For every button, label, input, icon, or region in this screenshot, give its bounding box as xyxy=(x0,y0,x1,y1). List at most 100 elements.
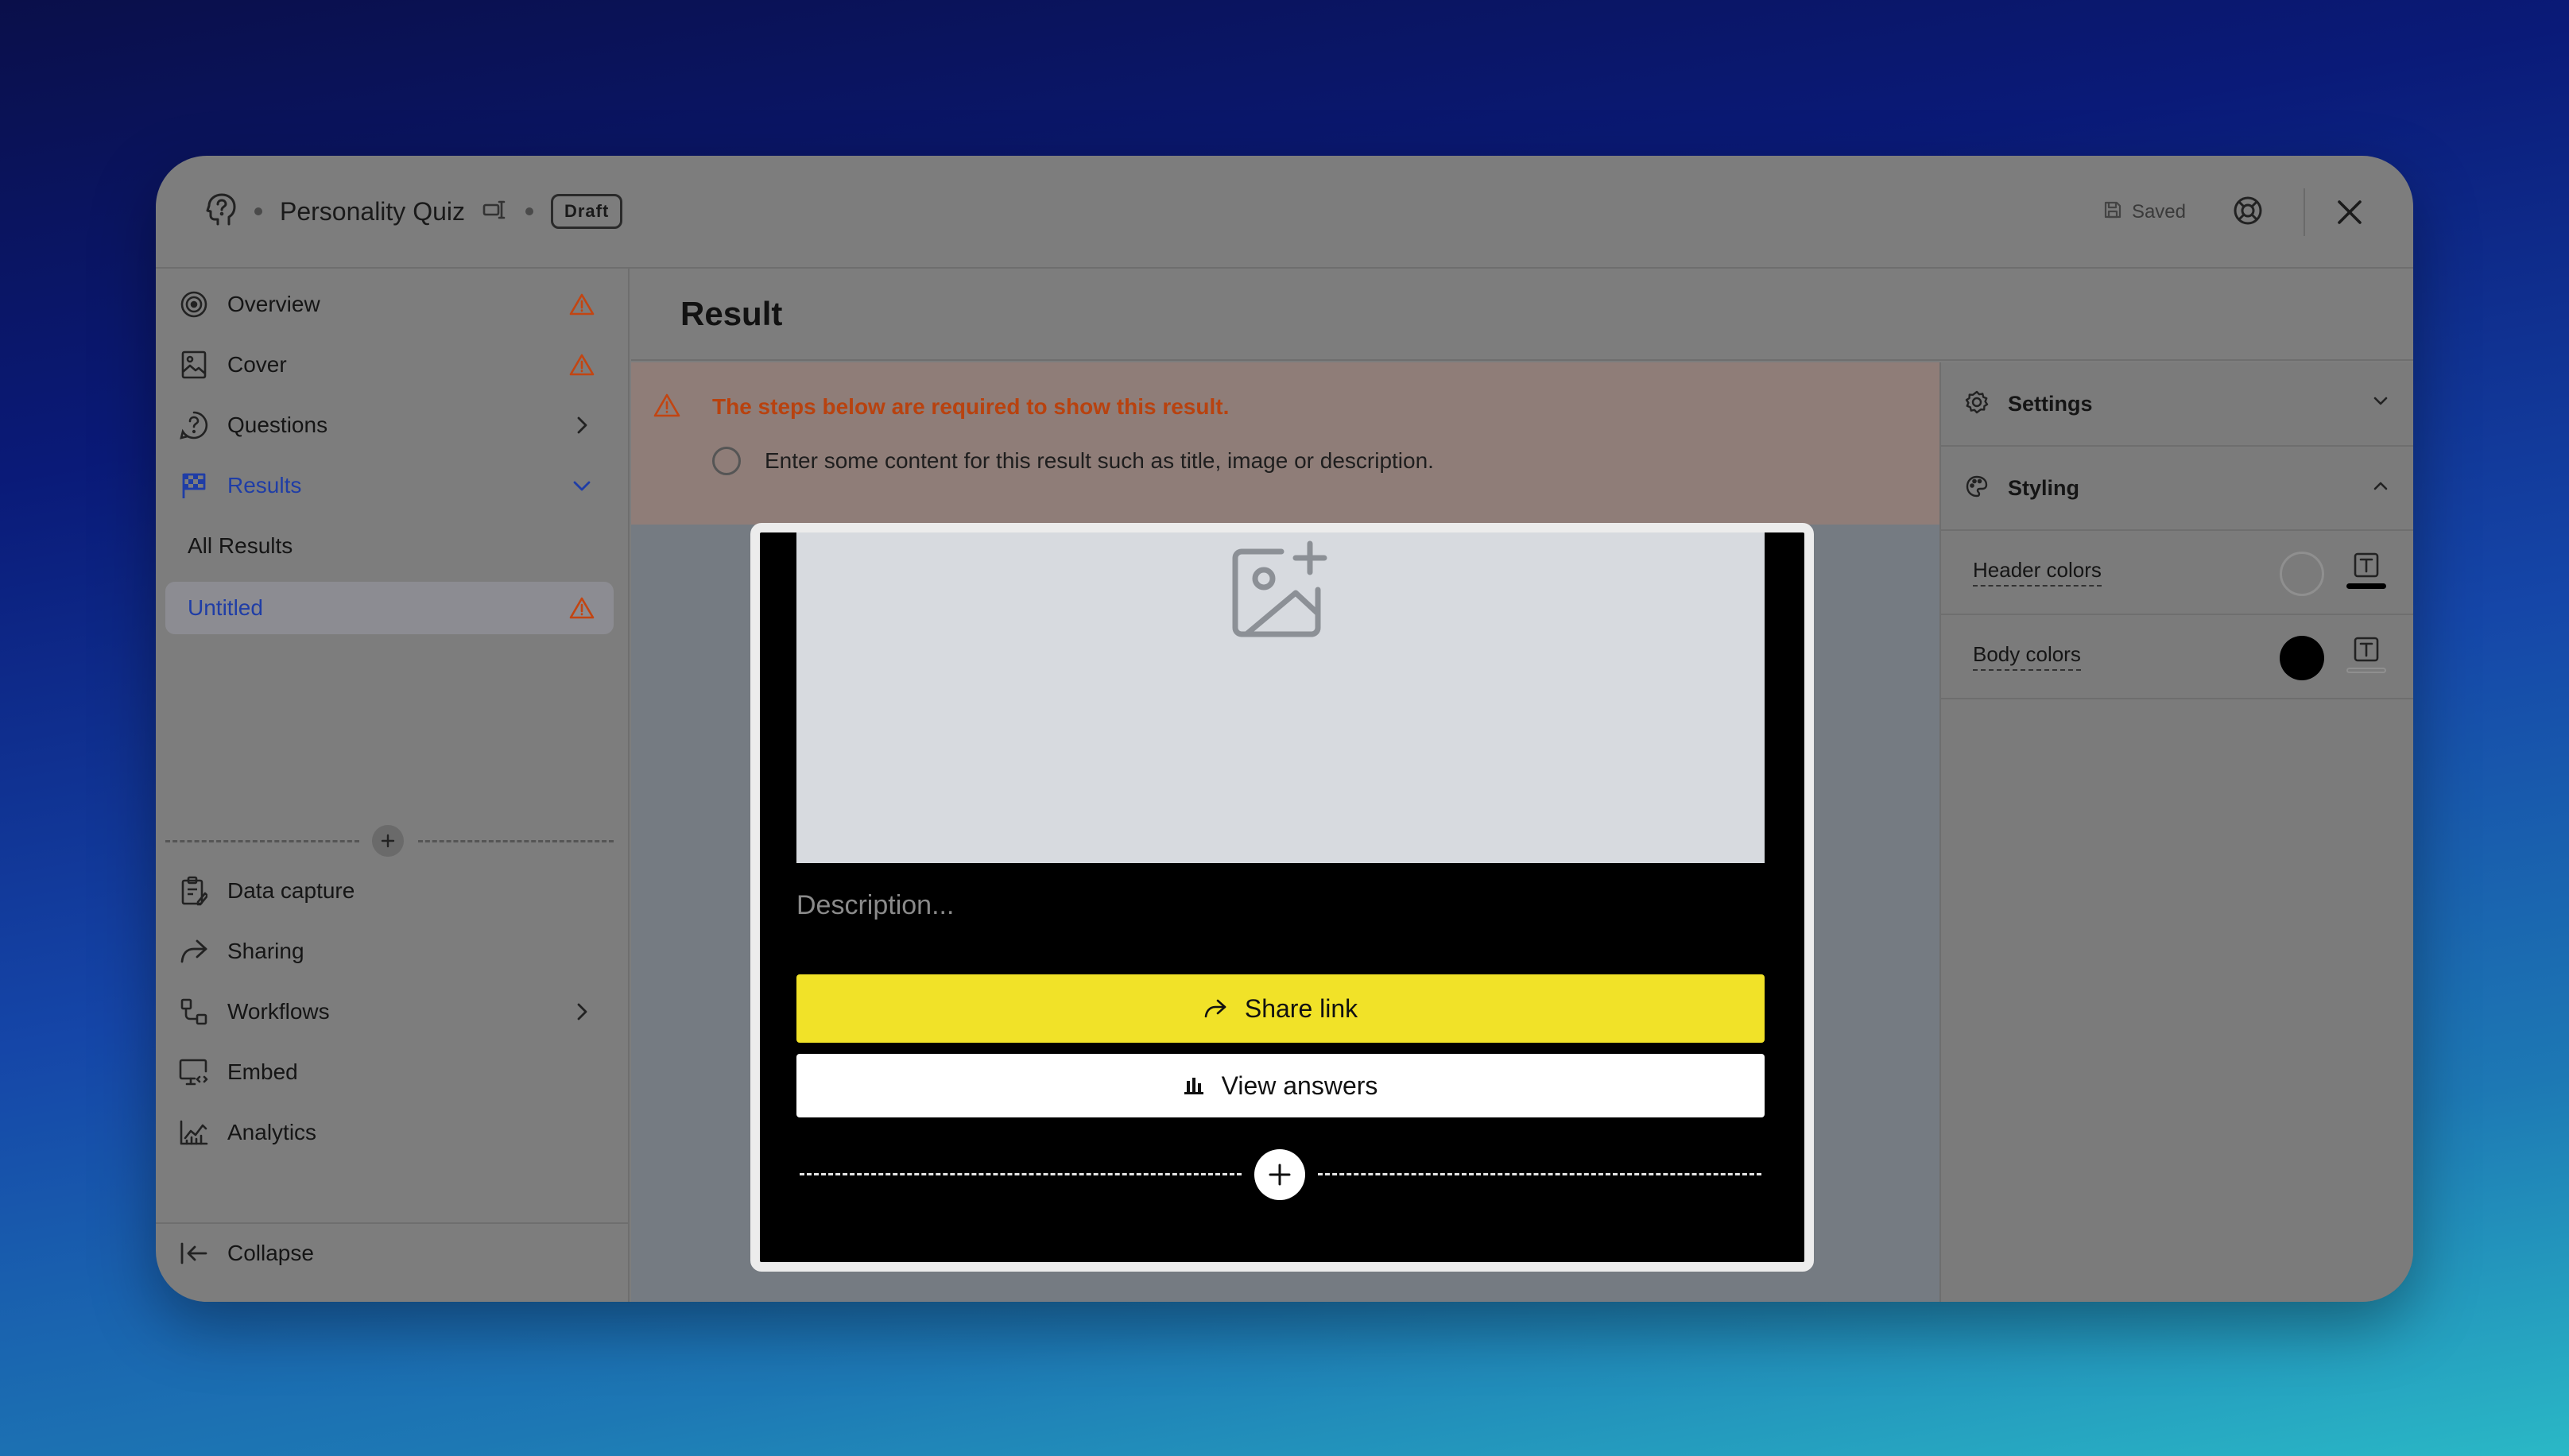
add-image-icon xyxy=(1232,540,1327,637)
sidebar-item-embed[interactable]: Embed xyxy=(165,1047,614,1097)
main-header: Result xyxy=(631,269,2413,361)
sidebar-item-data-capture[interactable]: Data capture xyxy=(165,866,614,916)
rename-icon[interactable] xyxy=(482,199,508,224)
save-icon xyxy=(2103,200,2122,225)
add-block-button[interactable] xyxy=(1254,1149,1305,1200)
sidebar-item-label: Questions xyxy=(227,412,328,437)
head-question-icon xyxy=(205,192,237,231)
share-arrow-icon xyxy=(178,935,210,967)
plus-icon xyxy=(381,834,395,848)
alert-step: Enter some content for this result such … xyxy=(712,447,1434,475)
gear-icon xyxy=(1965,390,1989,418)
warning-icon xyxy=(566,288,598,320)
sidebar-item-label: All Results xyxy=(188,533,293,558)
settings-section-toggle[interactable]: Settings xyxy=(1941,362,2413,447)
help-lifebuoy-icon[interactable] xyxy=(2232,195,2264,230)
sidebar-item-overview[interactable]: Overview xyxy=(165,280,614,329)
main-content: Result The steps below are required to s… xyxy=(631,269,2413,1302)
body-colors-row: Body colors xyxy=(1941,615,2413,699)
view-answers-button[interactable]: View answers xyxy=(796,1054,1765,1117)
palette-icon xyxy=(1965,474,1989,502)
text-format-icon xyxy=(2354,637,2379,662)
header-colors-label: Header colors xyxy=(1973,558,2102,587)
sidebar-item-label: Results xyxy=(227,473,302,498)
question-circle-icon xyxy=(178,409,210,441)
settings-label: Settings xyxy=(2008,391,2093,416)
chevron-down-icon xyxy=(566,470,598,501)
share-arrow-icon xyxy=(1204,999,1226,1018)
plus-icon xyxy=(1269,1164,1291,1186)
sidebar-item-label: Untitled xyxy=(188,595,263,620)
close-button[interactable] xyxy=(2335,198,2364,227)
sidebar-item-untitled-result[interactable]: Untitled xyxy=(165,582,614,634)
sidebar-item-questions[interactable]: Questions xyxy=(165,401,614,450)
flag-icon xyxy=(178,470,210,501)
image-placeholder[interactable] xyxy=(796,532,1765,863)
chevron-down-icon xyxy=(2372,393,2389,414)
share-link-label: Share link xyxy=(1244,993,1358,1023)
body-background-swatch[interactable] xyxy=(2280,636,2324,680)
sidebar-item-label: Data capture xyxy=(227,878,355,903)
styling-label: Styling xyxy=(2008,475,2080,500)
target-icon xyxy=(178,288,210,320)
alert-title: The steps below are required to show thi… xyxy=(712,394,1230,419)
title-bar: Personality Quiz Draft Saved xyxy=(156,156,2413,269)
text-format-icon xyxy=(2354,552,2379,578)
separator-dot xyxy=(525,207,533,215)
sidebar-item-workflows[interactable]: Workflows xyxy=(165,987,614,1036)
sidebar-item-sharing[interactable]: Sharing xyxy=(165,927,614,976)
sidebar-item-label: Cover xyxy=(227,352,287,377)
save-status-text: Saved xyxy=(2131,201,2186,223)
sidebar-item-results[interactable]: Results xyxy=(165,461,614,510)
result-preview-card: Description... Share link View answers xyxy=(750,523,1814,1272)
page-title: Result xyxy=(680,295,783,332)
view-answers-label: View answers xyxy=(1221,1071,1378,1100)
status-badge: Draft xyxy=(550,194,623,229)
cover-image-icon xyxy=(178,349,210,381)
add-block-divider xyxy=(800,1149,1761,1200)
sidebar-item-all-results[interactable]: All Results xyxy=(165,521,614,571)
sidebar-footer-divider xyxy=(156,1222,630,1224)
close-icon xyxy=(2338,200,2362,224)
step-status-circle xyxy=(712,447,741,475)
sidebar-item-label: Analytics xyxy=(227,1120,317,1144)
monitor-code-icon xyxy=(178,1056,210,1088)
collapse-left-icon xyxy=(178,1237,210,1269)
properties-panel: Settings Styling Header colors Body colo… xyxy=(1939,362,2413,1302)
sidebar-item-label: Workflows xyxy=(227,999,330,1024)
warning-icon xyxy=(566,349,598,381)
clipboard-icon xyxy=(178,875,210,907)
body-text-color-button[interactable] xyxy=(2346,636,2386,679)
sidebar-item-cover[interactable]: Cover xyxy=(165,340,614,389)
header-text-color-button[interactable] xyxy=(2346,552,2386,594)
app-window: Personality Quiz Draft Saved Overview Co… xyxy=(156,156,2413,1302)
chevron-up-icon xyxy=(2372,477,2389,498)
required-steps-alert: The steps below are required to show thi… xyxy=(631,362,1939,525)
header-background-swatch[interactable] xyxy=(2280,552,2324,596)
share-link-button[interactable]: Share link xyxy=(796,974,1765,1043)
alert-step-text: Enter some content for this result such … xyxy=(765,448,1434,473)
add-result-button[interactable] xyxy=(372,825,404,857)
collapse-label: Collapse xyxy=(227,1241,314,1265)
styling-section-toggle[interactable]: Styling xyxy=(1941,447,2413,531)
sidebar-item-label: Overview xyxy=(227,292,320,316)
header-colors-row: Header colors xyxy=(1941,531,2413,615)
editor-canvas: The steps below are required to show thi… xyxy=(631,362,1939,1302)
chevron-right-icon xyxy=(566,409,598,441)
separator-dot xyxy=(254,207,262,215)
sidebar-item-label: Embed xyxy=(227,1059,298,1084)
chevron-right-icon xyxy=(566,996,598,1028)
toolbar-divider xyxy=(2304,188,2305,236)
sidebar-item-analytics[interactable]: Analytics xyxy=(165,1108,614,1157)
warning-icon xyxy=(566,592,598,624)
sidebar: Overview Cover Questions Results All Res… xyxy=(156,269,630,1302)
analytics-chart-icon xyxy=(178,1117,210,1148)
bar-chart-icon xyxy=(1184,1078,1203,1094)
description-input[interactable]: Description... xyxy=(796,890,954,921)
collapse-sidebar-button[interactable]: Collapse xyxy=(165,1229,614,1278)
sidebar-item-label: Sharing xyxy=(227,939,304,963)
quiz-title[interactable]: Personality Quiz xyxy=(280,197,465,227)
save-status: Saved xyxy=(2103,200,2186,225)
add-result-divider xyxy=(165,825,614,857)
body-colors-label: Body colors xyxy=(1973,642,2081,671)
